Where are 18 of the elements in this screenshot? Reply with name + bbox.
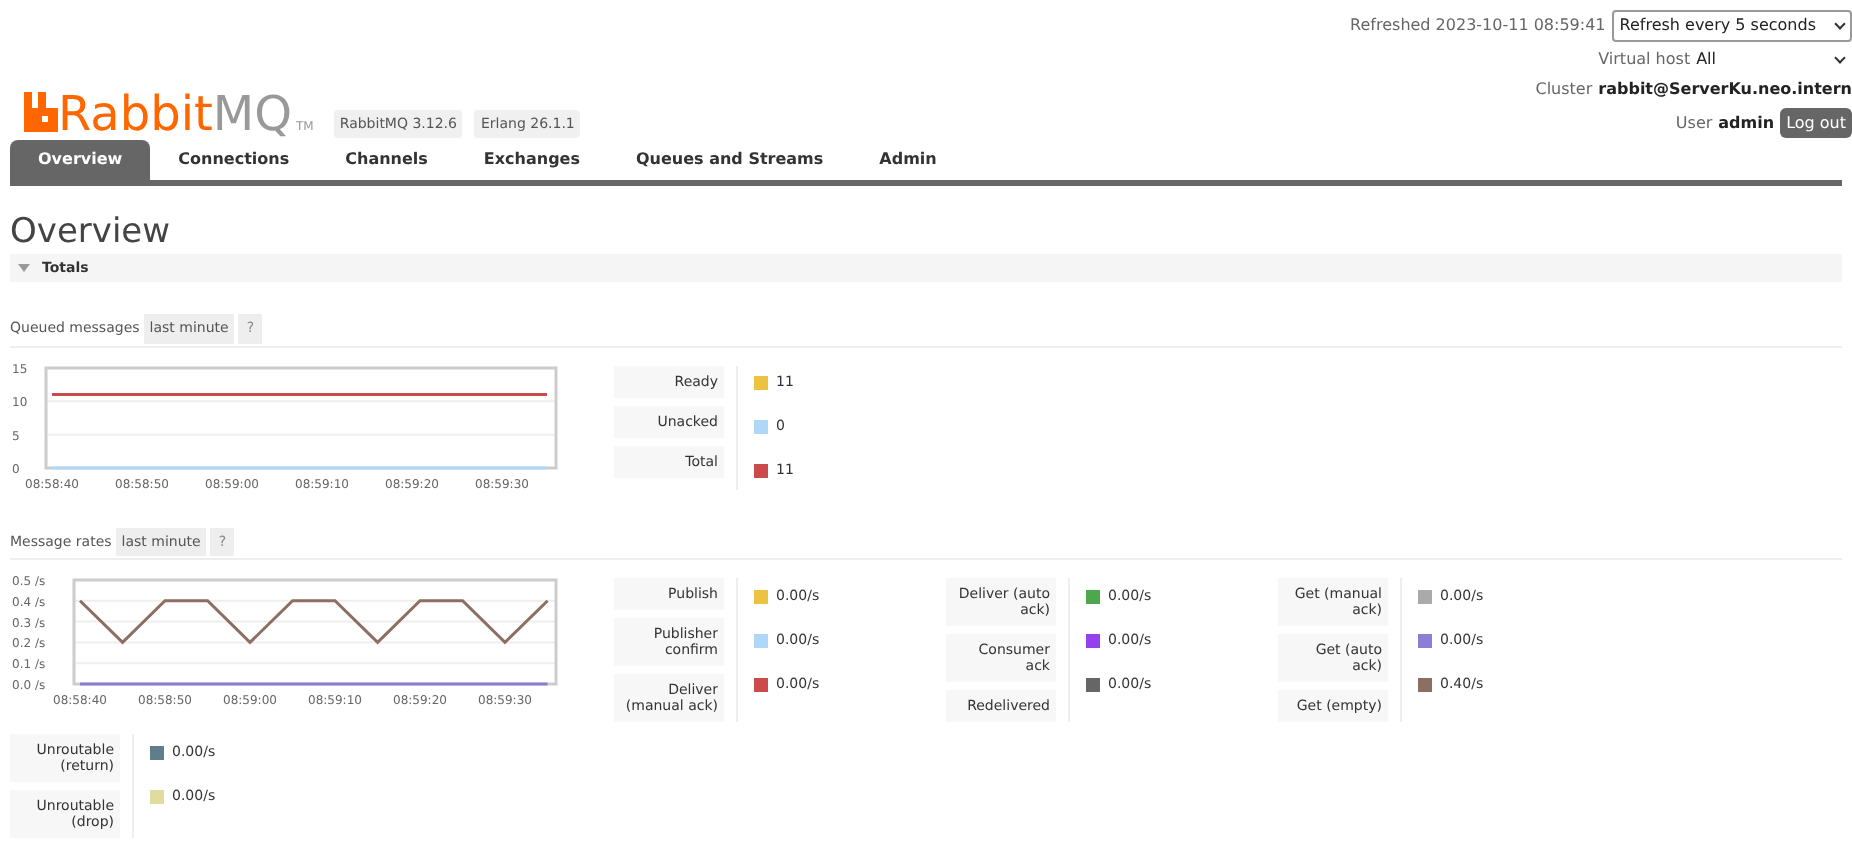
- nav-tab[interactable]: Connections: [150, 140, 318, 180]
- logo-text: RabbitMQ: [58, 90, 293, 138]
- virtual-host-select[interactable]: All: [1696, 48, 1844, 72]
- nav-tab[interactable]: Queues and Streams: [608, 140, 852, 180]
- refresh-select[interactable]: Refresh every 5 seconds: [1611, 10, 1852, 42]
- user-label: User: [1675, 111, 1713, 135]
- nav-tab[interactable]: Admin: [851, 140, 965, 180]
- nav-tab[interactable]: Exchanges: [455, 140, 608, 180]
- virtual-host-label: Virtual host: [1598, 48, 1691, 72]
- cluster-name: rabbit@ServerKu.neo.intern: [1598, 78, 1852, 102]
- rabbit-logo-icon: [24, 92, 58, 132]
- nav-tab[interactable]: Overview: [10, 140, 151, 180]
- user-name: admin: [1718, 111, 1775, 135]
- page-title: Overview: [10, 210, 173, 254]
- refreshed-time: Refreshed 2023-10-11 08:59:41: [1350, 14, 1606, 38]
- logout-button[interactable]: Log out: [1780, 108, 1852, 138]
- nav-tab[interactable]: Channels: [317, 140, 456, 180]
- cluster-label: Cluster: [1535, 78, 1593, 102]
